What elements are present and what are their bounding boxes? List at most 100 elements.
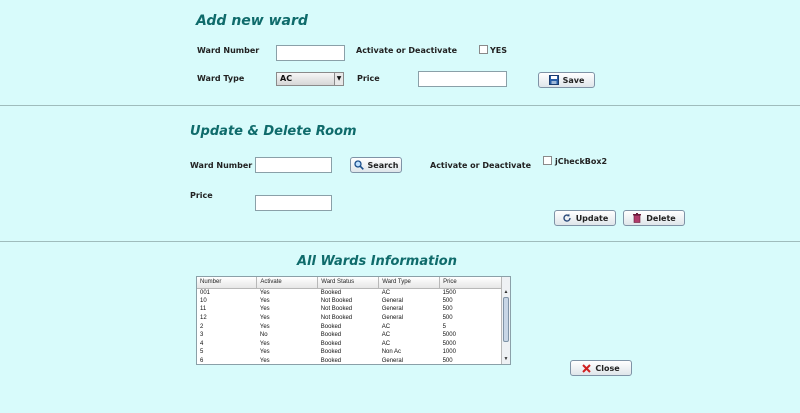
update-ward-title: Update & Delete Room — [190, 124, 357, 139]
red-x-icon — [582, 363, 592, 373]
table-cell: 6 — [200, 358, 204, 365]
table-cell: AC — [381, 323, 391, 330]
table-cell: Not Booked — [320, 306, 353, 313]
table-row[interactable]: 6 Yes Booked General 500 — [197, 357, 502, 365]
table-cell: AC — [381, 340, 391, 347]
table-cell: General — [381, 297, 404, 304]
table-cell: Booked — [320, 340, 342, 347]
column-header[interactable]: Ward Status — [317, 277, 380, 289]
add-yes-label: YES — [490, 46, 508, 55]
wards-table[interactable]: Number Activate Ward Status Ward Type Pr… — [196, 276, 511, 365]
table-row[interactable]: 3 No Booked AC 5000 — [197, 331, 502, 340]
table-cell: 500 — [442, 297, 453, 304]
table-cell: No — [259, 332, 268, 339]
table-row[interactable]: 4 Yes Booked AC 5000 — [197, 340, 502, 349]
section-divider-1 — [0, 105, 800, 106]
table-cell: 5000 — [442, 340, 456, 347]
table-cell: General — [381, 315, 404, 322]
table-scrollbar[interactable]: ▲ ▼ — [501, 277, 510, 364]
scroll-up-icon[interactable]: ▲ — [502, 289, 510, 297]
add-price-label: Price — [357, 74, 380, 83]
delete-button-label: Delete — [646, 213, 676, 223]
table-cell: Yes — [259, 323, 270, 330]
table-cell: 12 — [200, 315, 207, 322]
table-row[interactable]: 11 Yes Not Booked General 500 — [197, 305, 502, 314]
floppy-disk-icon — [548, 75, 559, 85]
delete-button[interactable]: Delete — [623, 210, 685, 226]
table-cell: 3 — [200, 332, 204, 339]
table-cell: 500 — [442, 358, 453, 365]
update-activate-label: Activate or Deactivate — [430, 161, 532, 170]
update-price-input[interactable] — [255, 195, 332, 211]
refresh-icon — [563, 213, 571, 222]
table-cell: 500 — [442, 306, 453, 313]
search-button-label: Search — [367, 160, 399, 170]
table-cell: General — [381, 306, 404, 313]
search-button[interactable]: Search — [350, 157, 402, 173]
update-button-label: Update — [575, 213, 609, 223]
column-header[interactable]: Price — [439, 277, 502, 289]
table-row[interactable]: 12 Yes Not Booked General 500 — [197, 314, 502, 323]
table-cell: Yes — [259, 358, 270, 365]
table-cell: 5000 — [442, 332, 456, 339]
ward-type-selected-value: AC — [280, 74, 293, 83]
table-cell: Non Ac — [381, 349, 402, 356]
save-button[interactable]: Save — [538, 72, 595, 88]
save-button-label: Save — [562, 75, 585, 85]
table-cell: 5 — [200, 349, 204, 356]
update-jcheckbox2-label: jCheckBox2 — [555, 157, 608, 166]
add-ward-title: Add new ward — [196, 13, 308, 29]
add-yes-checkbox[interactable] — [479, 45, 488, 54]
update-ward-number-input[interactable] — [255, 157, 332, 173]
table-cell: 4 — [200, 340, 204, 347]
table-row[interactable]: 2 Yes Booked AC 5 — [197, 322, 502, 331]
table-cell: Booked — [320, 289, 342, 296]
table-cell: 5 — [442, 323, 446, 330]
table-row[interactable]: 5 Yes Booked Non Ac 1000 — [197, 348, 502, 357]
table-cell: Booked — [320, 349, 342, 356]
column-header[interactable]: Activate — [256, 277, 319, 289]
add-ward-number-input[interactable] — [276, 45, 345, 61]
table-body: 001 Yes Booked AC 1500 10 Yes Not Booked Genera… — [197, 288, 502, 365]
add-price-input[interactable] — [418, 71, 507, 87]
table-cell: Yes — [259, 297, 270, 304]
table-cell: 11 — [200, 306, 207, 313]
trash-icon — [633, 213, 642, 223]
close-button[interactable]: Close — [570, 360, 632, 376]
table-cell: Booked — [320, 332, 342, 339]
table-cell: 001 — [200, 289, 211, 296]
scrollbar-thumb[interactable] — [503, 297, 509, 342]
wards-info-title: All Wards Information — [297, 254, 457, 269]
table-cell: Not Booked — [320, 315, 353, 322]
table-cell: 1000 — [442, 349, 456, 356]
table-cell: Booked — [320, 358, 342, 365]
table-cell: Yes — [259, 340, 270, 347]
table-cell: General — [381, 358, 404, 365]
table-cell: Booked — [320, 323, 342, 330]
chevron-down-icon[interactable]: ▼ — [334, 73, 343, 85]
table-cell: 1500 — [442, 289, 456, 296]
update-jcheckbox2[interactable] — [543, 156, 552, 165]
magnifier-icon — [353, 160, 364, 170]
table-cell: AC — [381, 332, 391, 339]
table-cell: Not Booked — [320, 297, 353, 304]
column-header[interactable]: Ward Type — [378, 277, 441, 289]
table-cell: 10 — [200, 297, 207, 304]
update-ward-number-label: Ward Number — [190, 161, 253, 170]
table-cell: 500 — [442, 315, 453, 322]
add-ward-type-label: Ward Type — [197, 74, 245, 83]
table-row[interactable]: 10 Yes Not Booked General 500 — [197, 297, 502, 306]
table-row[interactable]: 001 Yes Booked AC 1500 — [197, 288, 502, 297]
table-cell: 2 — [200, 323, 204, 330]
section-divider-2 — [0, 241, 800, 242]
table-cell: AC — [381, 289, 391, 296]
table-header-row: Number Activate Ward Status Ward Type Pr… — [197, 277, 502, 289]
scroll-down-icon[interactable]: ▼ — [502, 356, 510, 364]
close-button-label: Close — [595, 363, 620, 373]
update-button[interactable]: Update — [554, 210, 616, 226]
add-ward-type-select[interactable]: AC ▼ — [276, 72, 344, 86]
column-header[interactable]: Number — [197, 277, 258, 289]
add-ward-number-label: Ward Number — [197, 46, 260, 55]
table-cell: Yes — [259, 289, 270, 296]
table-cell: Yes — [259, 306, 270, 313]
